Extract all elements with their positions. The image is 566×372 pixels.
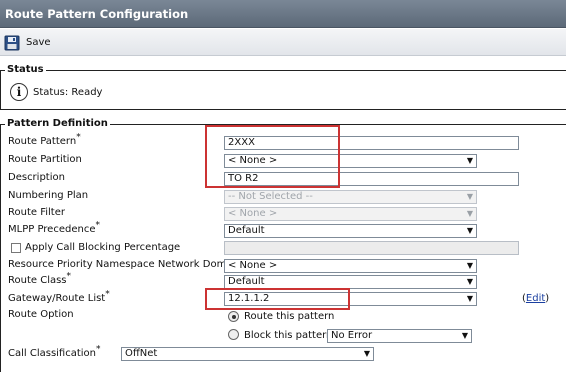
gateway-edit: (Edit) <box>522 293 549 304</box>
required-marker: * <box>66 271 72 282</box>
description-label: Description <box>8 172 65 183</box>
gateway-edit-link[interactable]: Edit <box>526 293 545 304</box>
route-pattern-label-text: Route Pattern <box>8 136 77 147</box>
chevron-down-icon: ▼ <box>466 226 473 235</box>
block-this-pattern-label: Block this pattern <box>244 330 333 341</box>
block-reason-value: No Error <box>331 330 373 341</box>
call-classification-value: OffNet <box>125 348 158 359</box>
numbering-plan-value: -- Not Selected -- <box>228 191 313 202</box>
mlpp-precedence-label-text: MLPP Precedence <box>8 224 96 235</box>
route-filter-value: < None > <box>228 208 278 219</box>
chevron-down-icon: ▼ <box>363 349 370 358</box>
required-marker: * <box>105 289 110 300</box>
resource-priority-select[interactable]: < None > ▼ <box>224 259 477 273</box>
gateway-route-list-label: Gateway/Route List* <box>8 289 110 305</box>
route-option-label: Route Option <box>8 309 74 320</box>
route-partition-value: < None > <box>228 155 278 166</box>
floppy-disk-icon <box>4 35 20 50</box>
block-this-pattern-radio[interactable] <box>228 329 239 340</box>
mlpp-precedence-label: MLPP Precedence* <box>8 220 100 236</box>
status-legend: Status <box>5 64 46 76</box>
route-partition-select[interactable]: < None > ▼ <box>224 154 477 168</box>
gateway-route-list-label-text: Gateway/Route List <box>8 293 106 304</box>
call-blocking-checkbox[interactable] <box>11 243 21 253</box>
route-pattern-input[interactable]: 2XXX <box>224 136 519 150</box>
route-filter-label: Route Filter <box>8 207 65 218</box>
chevron-down-icon: ▼ <box>466 261 473 270</box>
chevron-down-icon: ▼ <box>466 192 473 201</box>
edit-paren-close: ) <box>545 293 550 304</box>
route-partition-label: Route Partition <box>8 154 82 165</box>
block-reason-select[interactable]: No Error ▼ <box>327 329 472 343</box>
save-button-label: Save <box>26 37 51 48</box>
description-input[interactable]: TO R2 <box>224 172 519 186</box>
chevron-down-icon: ▼ <box>466 209 473 218</box>
route-filter-select: < None > ▼ <box>224 207 477 221</box>
route-this-pattern-label: Route this pattern <box>244 311 335 322</box>
route-class-select[interactable]: Default ▼ <box>224 275 477 289</box>
chevron-down-icon: ▼ <box>466 156 473 165</box>
save-button[interactable]: Save <box>4 33 51 52</box>
chevron-down-icon: ▼ <box>466 277 473 286</box>
numbering-plan-label: Numbering Plan <box>8 190 89 201</box>
call-classification-select[interactable]: OffNet ▼ <box>121 347 374 361</box>
route-class-label-text: Route Class <box>8 275 67 286</box>
resource-priority-label: Resource Priority Namespace Network Doma… <box>8 259 242 270</box>
resource-priority-value: < None > <box>228 260 278 271</box>
chevron-down-icon: ▼ <box>466 294 473 303</box>
route-class-label: Route Class* <box>8 271 72 287</box>
numbering-plan-select: -- Not Selected -- ▼ <box>224 190 477 204</box>
mlpp-precedence-select[interactable]: Default ▼ <box>224 224 477 238</box>
call-blocking-input <box>224 241 519 255</box>
route-this-pattern-radio[interactable] <box>228 311 239 322</box>
call-blocking-label: Apply Call Blocking Percentage <box>25 242 181 253</box>
pattern-definition-legend: Pattern Definition <box>5 118 110 130</box>
status-section: Status i Status: Ready <box>0 64 566 110</box>
required-marker: * <box>95 220 100 231</box>
mlpp-precedence-value: Default <box>228 225 265 236</box>
call-classification-label: Call Classification* <box>8 344 101 360</box>
gateway-route-list-select[interactable]: 12.1.1.2 ▼ <box>224 292 477 306</box>
gateway-route-list-value: 12.1.1.2 <box>228 293 270 304</box>
required-marker: * <box>76 132 81 143</box>
call-classification-label-text: Call Classification <box>8 348 97 359</box>
route-class-value: Default <box>228 276 265 287</box>
required-marker: * <box>96 344 101 355</box>
route-pattern-label: Route Pattern* <box>8 132 81 148</box>
page-title: Route Pattern Configuration <box>0 0 566 28</box>
status-text: Status: Ready <box>33 86 103 98</box>
chevron-down-icon: ▼ <box>461 331 468 340</box>
toolbar: Save <box>0 29 566 56</box>
info-icon: i <box>10 83 28 101</box>
